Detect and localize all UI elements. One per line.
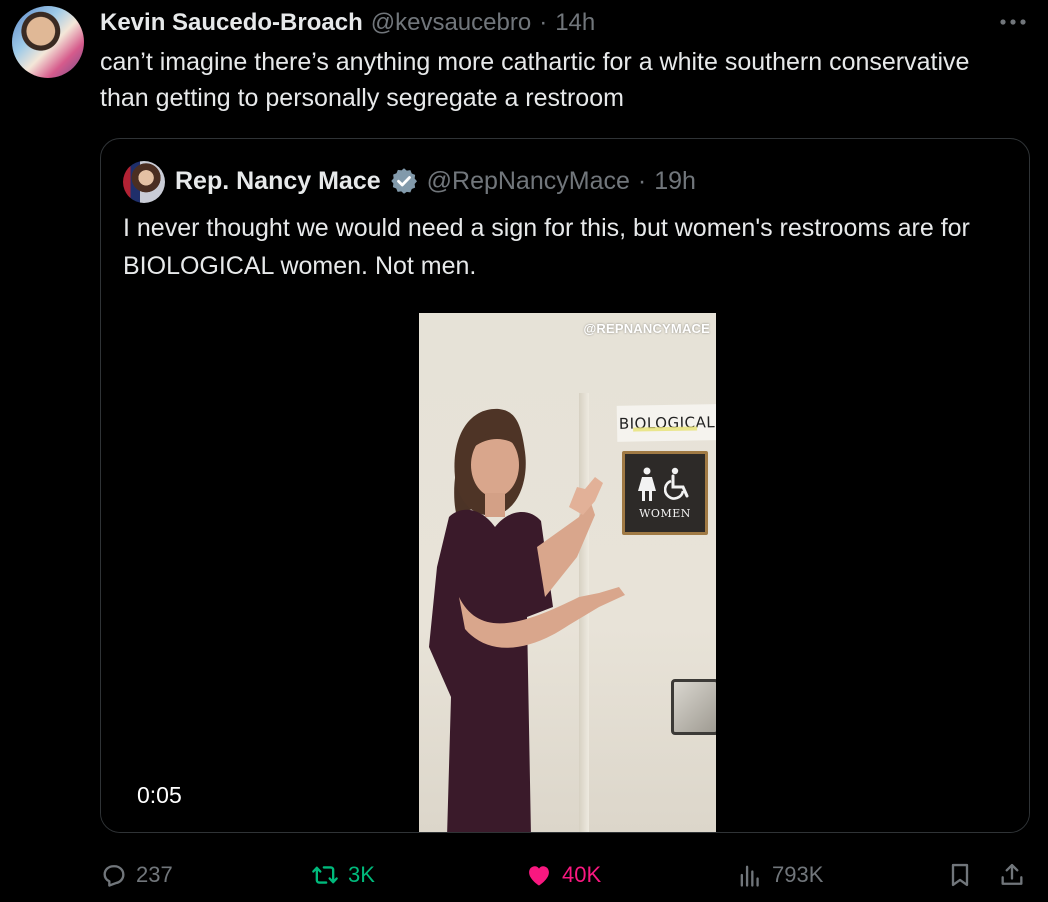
video-player[interactable]: @REPNANCYMACE BIOLOGICAL WOMEN 0:05 — [101, 313, 1029, 832]
like-button[interactable]: 40K — [524, 858, 601, 892]
post: Kevin Saucedo-Broach @kevsaucebro · 14h … — [0, 0, 1048, 902]
author-handle[interactable]: @kevsaucebro — [371, 9, 531, 37]
quoted-avatar[interactable] — [123, 161, 165, 203]
reply-button[interactable]: 237 — [100, 858, 173, 892]
reply-icon — [103, 865, 125, 887]
post-time[interactable]: 14h — [555, 9, 595, 37]
reply-count: 237 — [136, 862, 173, 887]
bookmark-icon — [951, 863, 969, 887]
quoted-author-name[interactable]: Rep. Nancy Mace — [175, 167, 381, 196]
woman-icon — [638, 467, 656, 501]
quoted-text: I never thought we would need a sign for… — [123, 214, 970, 280]
wheelchair-icon — [664, 467, 689, 500]
quoted-time[interactable]: 19h — [654, 167, 696, 196]
repost-button[interactable]: 3K — [310, 858, 375, 892]
more-icon[interactable] — [998, 8, 1028, 36]
like-count: 40K — [562, 862, 602, 887]
share-icon — [1001, 863, 1023, 885]
author-name[interactable]: Kevin Saucedo-Broach — [100, 9, 363, 37]
separator: · — [539, 9, 548, 36]
avatar[interactable] — [12, 6, 84, 78]
views-button[interactable]: 793K — [736, 858, 823, 892]
restroom-sign-label: WOMEN — [639, 506, 691, 520]
repost-icon — [312, 866, 338, 884]
repost-count: 3K — [348, 862, 375, 887]
bookmark-button[interactable] — [946, 858, 974, 892]
video-watermark: @REPNANCYMACE — [583, 321, 710, 336]
verified-icon — [389, 166, 419, 196]
like-icon — [529, 866, 549, 886]
views-count: 793K — [772, 862, 824, 887]
share-button[interactable] — [998, 858, 1026, 892]
quoted-header: Rep. Nancy Mace @RepNancyMace · 19h — [175, 163, 696, 199]
quoted-post[interactable]: Rep. Nancy Mace @RepNancyMace · 19h I ne… — [100, 138, 1030, 833]
quoted-separator: · — [637, 166, 647, 195]
video-timestamp: 0:05 — [137, 782, 182, 808]
video-frame: @REPNANCYMACE BIOLOGICAL WOMEN — [419, 313, 716, 832]
quoted-author-handle[interactable]: @RepNancyMace — [427, 167, 630, 196]
views-icon — [740, 865, 759, 887]
person-figure — [429, 408, 625, 832]
action-bar: 237 3K 40K 793K — [100, 852, 1032, 898]
post-header: Kevin Saucedo-Broach @kevsaucebro · 14h — [100, 6, 968, 40]
post-text: can’t imagine there’s anything more cath… — [100, 48, 970, 112]
door-push-button — [671, 679, 716, 735]
